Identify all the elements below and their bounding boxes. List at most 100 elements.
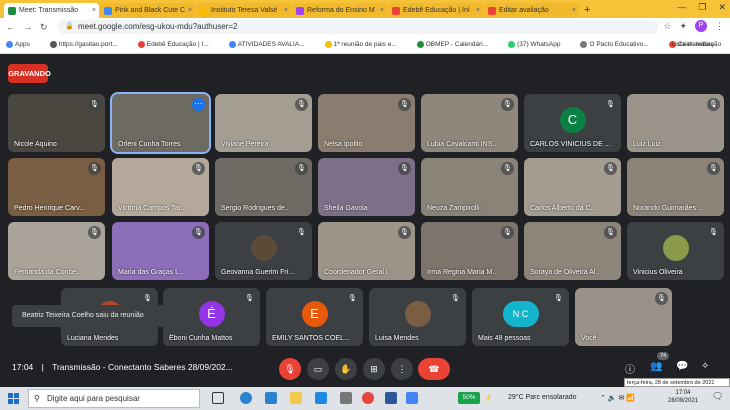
store-icon[interactable] xyxy=(265,392,277,404)
participant-tile[interactable]: Neuza Zampirolli 🎙 xyxy=(421,158,518,216)
bookmark-icon xyxy=(580,41,588,48)
tray-icons[interactable]: ⌃ 🔈 ✉ 📶 xyxy=(600,394,635,402)
edge-icon[interactable] xyxy=(240,392,252,404)
profile-avatar[interactable]: P xyxy=(695,20,707,32)
participant-tile[interactable]: Nelsa Ipolito 🎙 xyxy=(318,94,415,152)
participant-tile[interactable]: Orleni Cunha Torres ⋯ xyxy=(110,92,211,154)
participant-tile[interactable]: N C Mais 48 pessoas 🎙 xyxy=(472,288,569,346)
participant-tile[interactable]: Sheila Gavola 🎙 xyxy=(318,158,415,216)
mic-off-button[interactable]: 🎙 xyxy=(279,358,301,380)
bookmark-item[interactable]: O Pacto Educativo... xyxy=(580,41,658,48)
word-icon[interactable] xyxy=(385,392,397,404)
weather-widget[interactable]: 29°C Parc ensolarado xyxy=(508,394,577,401)
restore-icon[interactable]: ❐ xyxy=(698,2,706,13)
chrome-icon[interactable] xyxy=(362,392,374,404)
url-field[interactable]: 🔒 meet.google.com/esg-ukou-mdu?authuser=… xyxy=(58,20,658,34)
info-icon[interactable]: ⓘ xyxy=(625,361,635,376)
tab-label: Reforma do Ensino M xyxy=(307,7,375,14)
chat-icon[interactable]: 💬 xyxy=(676,361,688,372)
participant-tile[interactable]: Norando Guimarães ... 🎙 xyxy=(627,158,724,216)
participant-tile[interactable]: Nicole Aquino 🎙 xyxy=(8,94,105,152)
participant-tile[interactable]: Sergio Rodrigues de... 🎙 xyxy=(215,158,312,216)
participant-tile[interactable]: Pedro Henrique Carv... 🎙 xyxy=(8,158,105,216)
participant-tile[interactable]: É Ëboni Cunha Mattos 🎙 xyxy=(163,288,260,346)
bookmark-item[interactable]: ATIVIDADES AVALIA... xyxy=(228,41,315,48)
participant-name: Victoria Campos Tar... xyxy=(118,205,187,212)
participant-tile[interactable]: Fernanda da Conce... 🎙 xyxy=(8,222,105,280)
participant-tile[interactable]: Carlos Alberto da C... 🎙 xyxy=(524,158,621,216)
minimize-icon[interactable]: — xyxy=(677,2,686,13)
bookmark-item[interactable]: Apps xyxy=(6,41,40,48)
participant-tile[interactable]: Viviane Pereira 🎙 xyxy=(215,94,312,152)
notification-center-icon[interactable]: 🗨 xyxy=(712,391,723,402)
more-options-button[interactable]: ⋮ xyxy=(391,358,413,380)
extensions-icon[interactable]: ✦ xyxy=(679,21,687,32)
mic-off-icon: 🎙 xyxy=(284,364,296,374)
close-tab-icon[interactable]: × xyxy=(380,7,384,14)
close-window-icon[interactable]: ✕ xyxy=(718,2,726,13)
participant-tile[interactable]: Victoria Campos Tar... 🎙 xyxy=(112,158,209,216)
participant-tile[interactable]: E EMILY SANTOS COEL... 🎙 xyxy=(266,288,363,346)
task-view-icon[interactable] xyxy=(212,392,224,404)
taskbar-search-field[interactable]: ⚲ Digite aqui para pesquisar xyxy=(28,389,200,408)
forward-icon[interactable]: → xyxy=(23,22,32,32)
browser-tab-strip: Meet: Transmissão × Pink and Black Cute C ×… xyxy=(0,0,730,18)
bookmark-item[interactable]: 1ª reunião de pais e... xyxy=(324,41,407,48)
bookmark-label: https://gasitao.port... xyxy=(58,41,118,48)
back-icon[interactable]: ← xyxy=(6,22,15,32)
camera-button[interactable]: ▭ xyxy=(307,358,329,380)
browser-tab[interactable]: Pink and Black Cute C × xyxy=(100,3,195,18)
muted-mic-icon: 🎙 xyxy=(192,162,205,175)
bookmark-label: OBMEP - Calendári... xyxy=(425,41,489,48)
more-options-icon[interactable]: ⋯ xyxy=(192,98,205,111)
browser-tab[interactable]: Editar avaliação × xyxy=(484,3,579,18)
activities-icon[interactable]: ✧ xyxy=(701,361,709,372)
close-tab-icon[interactable]: × xyxy=(284,7,288,14)
participant-tile[interactable]: Coordenador Geral I... 🎙 xyxy=(318,222,415,280)
bookmark-item[interactable]: OBMEP - Calendári... xyxy=(416,41,498,48)
windows-start-icon[interactable] xyxy=(8,393,19,404)
star-icon[interactable]: ☆ xyxy=(663,21,671,32)
participant-tile[interactable]: Irma Regina Maria M... 🎙 xyxy=(421,222,518,280)
close-tab-icon[interactable]: × xyxy=(476,7,480,14)
participant-tile[interactable]: Você 🎙 xyxy=(575,288,672,346)
browser-tab[interactable]: Meet: Transmissão × xyxy=(4,3,99,18)
hand-icon: ✋ xyxy=(340,364,352,374)
participant-tile[interactable]: Maria das Graças L... 🎙 xyxy=(112,222,209,280)
participant-tile[interactable]: Vinicius Oliveira 🎙 xyxy=(627,222,724,280)
file-explorer-icon[interactable] xyxy=(290,392,302,404)
taskbar-clock[interactable]: 17:04 28/09/2021 xyxy=(668,389,698,405)
app-icon[interactable] xyxy=(340,392,352,404)
close-tab-icon[interactable]: × xyxy=(188,7,192,14)
bookmark-item[interactable]: Edebê Educação | I... xyxy=(137,41,219,48)
participant-tile[interactable]: C CARLOS VINICIUS DE ... 🎙 xyxy=(524,94,621,152)
browser-tab[interactable]: Reforma do Ensino M × xyxy=(292,3,387,18)
participant-tile[interactable]: Luiz Luiz 🎙 xyxy=(627,94,724,152)
close-tab-icon[interactable]: × xyxy=(92,7,96,14)
reading-list-button[interactable]: Lista de leitura xyxy=(672,41,714,48)
raise-hand-button[interactable]: ✋ xyxy=(335,358,357,380)
leave-call-button[interactable]: ☎ xyxy=(418,358,450,380)
participant-name: Maria das Graças L... xyxy=(118,269,185,276)
app-icon-2[interactable] xyxy=(406,392,418,404)
bookmark-icon xyxy=(324,41,332,48)
close-tab-icon[interactable]: × xyxy=(572,7,576,14)
browser-tab[interactable]: Edebê Educação | Iní × xyxy=(388,3,483,18)
people-icon[interactable]: 👥 xyxy=(650,361,662,372)
menu-icon[interactable]: ⋮ xyxy=(715,21,724,32)
mail-icon[interactable] xyxy=(315,392,327,404)
participant-tile[interactable]: Lubia Cavalcanti INS... 🎙 xyxy=(421,94,518,152)
reload-icon[interactable]: ↻ xyxy=(40,22,48,33)
participant-tile[interactable]: Soraya de Oliveira Al... 🎙 xyxy=(524,222,621,280)
browser-tab[interactable]: Instituto Teresa Valsé × xyxy=(196,3,291,18)
participant-name: Pedro Henrique Carv... xyxy=(14,205,86,212)
participant-tile[interactable]: Luisa Mendes 🎙 xyxy=(369,288,466,346)
hang-up-icon: ☎ xyxy=(428,364,440,374)
participant-name: Geovanna Guerim Fri... xyxy=(221,269,295,276)
bookmark-item[interactable]: (37) WhatsApp xyxy=(508,41,570,48)
present-button[interactable]: ⊞ xyxy=(363,358,385,380)
participant-tile[interactable]: Geovanna Guerim Fri... 🎙 xyxy=(215,222,312,280)
bookmark-item[interactable]: https://gasitao.port... xyxy=(49,41,128,48)
new-tab-button[interactable]: + xyxy=(584,3,590,18)
battery-indicator[interactable]: 50% xyxy=(458,392,480,404)
